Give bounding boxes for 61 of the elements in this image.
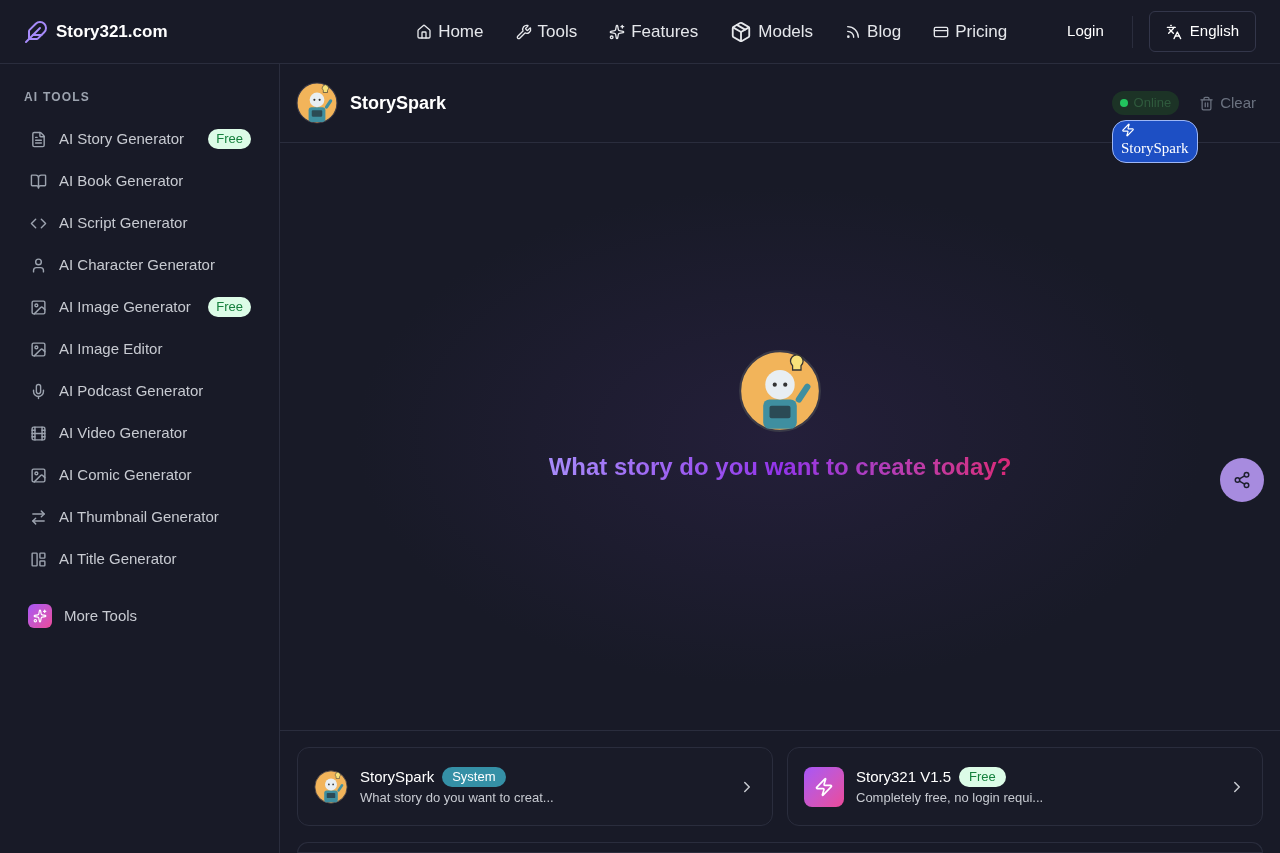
share-icon bbox=[1233, 471, 1251, 489]
model-tag: System bbox=[442, 767, 506, 787]
model-description: What story do you want to creat... bbox=[360, 789, 555, 807]
person-icon bbox=[30, 256, 47, 274]
nav-link[interactable]: Features bbox=[609, 18, 699, 45]
model-card[interactable]: Story321 V1.5 Free Completely free, no login requi... bbox=[787, 747, 1263, 826]
model-tag: Free bbox=[959, 767, 1006, 787]
nav-link[interactable]: Pricing bbox=[933, 18, 1008, 45]
image-icon bbox=[30, 298, 47, 316]
model-name: Story321 V1.5 bbox=[856, 766, 952, 787]
free-badge: Free bbox=[208, 297, 251, 317]
box-icon bbox=[730, 20, 753, 43]
sidebar-item[interactable]: AI Video Generator bbox=[24, 412, 255, 454]
microphone-icon bbox=[30, 382, 47, 400]
robot-avatar-icon bbox=[314, 769, 348, 804]
trash-icon bbox=[1199, 95, 1215, 111]
sidebar-item[interactable]: AI Character Generator bbox=[24, 244, 255, 286]
robot-avatar-icon bbox=[738, 348, 822, 433]
sidebar-item[interactable]: AI Podcast Generator bbox=[24, 370, 255, 412]
arrows-icon bbox=[30, 508, 47, 526]
wrench-icon bbox=[515, 23, 532, 40]
tooltip-label: StorySpark bbox=[1121, 139, 1189, 158]
model-description: Completely free, no login requi... bbox=[856, 789, 1045, 807]
sidebar-item[interactable]: AI Comic Generator bbox=[24, 454, 255, 496]
chat-title: StorySpark bbox=[350, 91, 447, 115]
lightning-icon bbox=[804, 766, 844, 807]
layout-icon bbox=[30, 550, 47, 568]
model-name: StorySpark bbox=[360, 766, 435, 787]
document-icon bbox=[30, 130, 47, 148]
lightning-icon bbox=[1121, 123, 1135, 137]
sidebar-item[interactable]: AI Title Generator bbox=[24, 538, 255, 580]
book-icon bbox=[30, 172, 47, 190]
translate-icon bbox=[1165, 23, 1182, 40]
model-tooltip[interactable]: StorySpark bbox=[1112, 120, 1198, 163]
nav-link[interactable]: Blog bbox=[845, 18, 902, 45]
robot-avatar-icon bbox=[296, 82, 338, 124]
more-tools-item[interactable]: More Tools bbox=[24, 604, 255, 628]
login-button[interactable]: Login bbox=[1055, 14, 1116, 49]
model-card[interactable]: StorySpark System What story do you want to creat... bbox=[297, 747, 773, 826]
sparkles-icon bbox=[609, 23, 626, 40]
feather-logo-icon bbox=[24, 19, 48, 44]
sidebar-item[interactable]: AI Thumbnail Generator bbox=[24, 496, 255, 538]
film-icon bbox=[30, 424, 47, 442]
sidebar-item[interactable]: AI Image Editor bbox=[24, 328, 255, 370]
image-icon bbox=[30, 340, 47, 358]
nav-link[interactable]: Home bbox=[416, 18, 484, 45]
rss-icon bbox=[845, 23, 862, 40]
clear-button[interactable]: Clear bbox=[1191, 91, 1264, 115]
sidebar-item[interactable]: AI Book Generator bbox=[24, 160, 255, 202]
sidebar-heading: AI TOOLS bbox=[24, 89, 92, 106]
language-button[interactable]: English bbox=[1148, 11, 1256, 52]
home-icon bbox=[416, 23, 433, 40]
brand-name[interactable]: Story321.com bbox=[56, 18, 168, 45]
nav-link[interactable]: Tools bbox=[515, 18, 578, 45]
sparkles-icon bbox=[28, 604, 52, 628]
sidebar-item[interactable]: AI Story Generator Free bbox=[24, 118, 255, 160]
sidebar-item[interactable]: AI Image Generator Free bbox=[24, 286, 255, 328]
sidebar-item[interactable]: AI Script Generator bbox=[24, 202, 255, 244]
image-icon bbox=[30, 466, 47, 484]
nav-link[interactable]: Models bbox=[730, 18, 814, 45]
free-badge: Free bbox=[208, 129, 251, 149]
